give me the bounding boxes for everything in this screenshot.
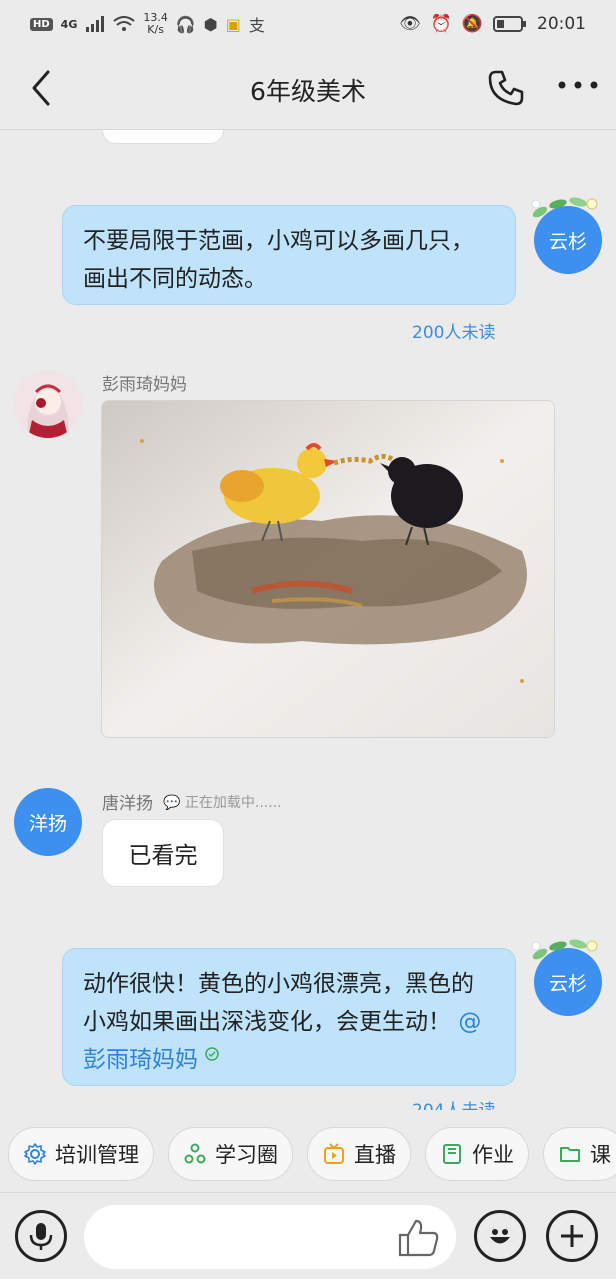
plus-icon <box>561 1225 583 1247</box>
message-bubble-outgoing[interactable]: 动作很快！黄色的小鸡很漂亮，黑色的小鸡如果画出深浅变化，会更生动！ @彭雨琦妈妈 <box>62 948 516 1086</box>
quick-action-course[interactable]: 课 <box>543 1127 616 1181</box>
message-text: 已看完 <box>128 843 198 869</box>
unread-count[interactable]: 200人未读 <box>412 318 495 343</box>
network-speed: 13.4 K/s <box>143 12 168 36</box>
chat-message-list[interactable]: 不要局限于范画，小鸡可以多画几只，画出不同的动态。 云杉 200人未读 彭雨琦妈… <box>0 130 616 1110</box>
signal-icon <box>86 16 105 32</box>
thumbs-up-icon[interactable] <box>396 1217 440 1257</box>
more-options-button[interactable] <box>556 70 600 110</box>
smiley-icon <box>490 1229 510 1244</box>
sender-name: 唐洋扬 <box>102 794 153 814</box>
more-dots-icon <box>558 81 598 89</box>
message-input-bar <box>0 1192 616 1279</box>
battery-low-icon <box>493 16 526 32</box>
previous-message-bubble[interactable] <box>102 130 224 144</box>
app-notification-icon: ▣ <box>225 14 241 34</box>
chick-painting-image <box>102 401 554 737</box>
quick-action-training-management[interactable]: 培训管理 <box>8 1127 154 1181</box>
quick-action-study-circle[interactable]: 学习圈 <box>168 1127 293 1181</box>
chat-bubble-icon: 💬 <box>163 794 181 811</box>
eye-icon: 👁 <box>399 14 421 34</box>
chat-header: 6年级美术 <box>0 48 616 130</box>
emoji-button[interactable] <box>474 1210 526 1262</box>
leaf-decoration-icon <box>531 197 598 218</box>
call-button[interactable] <box>486 68 530 112</box>
wifi-icon <box>113 16 135 31</box>
message-bubble-outgoing[interactable]: 不要局限于范画，小鸡可以多画几只，画出不同的动态。 <box>62 205 516 305</box>
gear-icon <box>24 1143 46 1165</box>
avatar-label: 云杉 <box>548 230 587 253</box>
quick-action-live[interactable]: 直播 <box>307 1127 411 1181</box>
chip-label: 作业 <box>472 1143 514 1167</box>
clock-time: 20:01 <box>537 14 586 34</box>
mute-icon: 🔕 <box>461 14 483 34</box>
phone-icon <box>488 70 524 106</box>
avatar-label: 云杉 <box>548 972 587 995</box>
microphone-icon <box>29 1223 53 1250</box>
message-bubble-incoming[interactable]: 已看完 <box>102 819 224 887</box>
alipay-icon: 支 <box>248 16 265 35</box>
tv-icon <box>324 1143 344 1164</box>
message-text: 不要局限于范画，小鸡可以多画几只，画出不同的动态。 <box>83 228 474 292</box>
folder-icon <box>560 1147 580 1162</box>
shield-icon: ⬢ <box>203 14 218 34</box>
message-text: 动作很快！黄色的小鸡很漂亮，黑色的小鸡如果画出深浅变化，会更生动！ <box>83 971 474 1035</box>
avatar[interactable] <box>14 370 82 438</box>
unread-count[interactable]: 204人未读 <box>412 1096 495 1110</box>
circle-network-icon <box>184 1143 206 1164</box>
check-circle-icon <box>205 1047 220 1061</box>
avatar-label: 洋扬 <box>28 812 67 835</box>
voice-button[interactable] <box>15 1210 67 1262</box>
hd-badge: HD <box>30 17 53 31</box>
status-bar: HD 4G 13.4 K/s 🎧 ⬢ ▣ 支 👁 ⏰ 🔕 20:01 <box>0 0 616 48</box>
loading-text: 正在加载中...... <box>184 794 282 811</box>
leaf-decoration-icon <box>531 939 598 960</box>
alarm-icon: ⏰ <box>430 14 452 34</box>
book-icon <box>443 1144 461 1164</box>
avatar[interactable]: 洋扬 <box>14 788 82 856</box>
quick-action-homework[interactable]: 作业 <box>425 1127 529 1181</box>
sender-name-row: 唐洋扬 💬 正在加载中...... <box>102 789 282 814</box>
chip-label: 学习圈 <box>215 1143 278 1167</box>
network-type: 4G <box>60 17 78 31</box>
message-image[interactable] <box>101 400 555 738</box>
loading-status: 💬 正在加载中...... <box>163 792 282 812</box>
quick-actions-bar[interactable]: 培训管理 学习圈 直播 作业 课 <box>0 1116 616 1192</box>
sender-name: 彭雨琦妈妈 <box>102 375 187 395</box>
speed-unit: K/s <box>147 23 164 36</box>
headset-icon: 🎧 <box>175 14 196 34</box>
chip-label: 直播 <box>354 1143 396 1167</box>
chip-label: 课 <box>590 1143 611 1167</box>
chip-label: 培训管理 <box>55 1143 139 1167</box>
add-attachment-button[interactable] <box>546 1210 598 1262</box>
girl-avatar-icon <box>14 370 82 438</box>
